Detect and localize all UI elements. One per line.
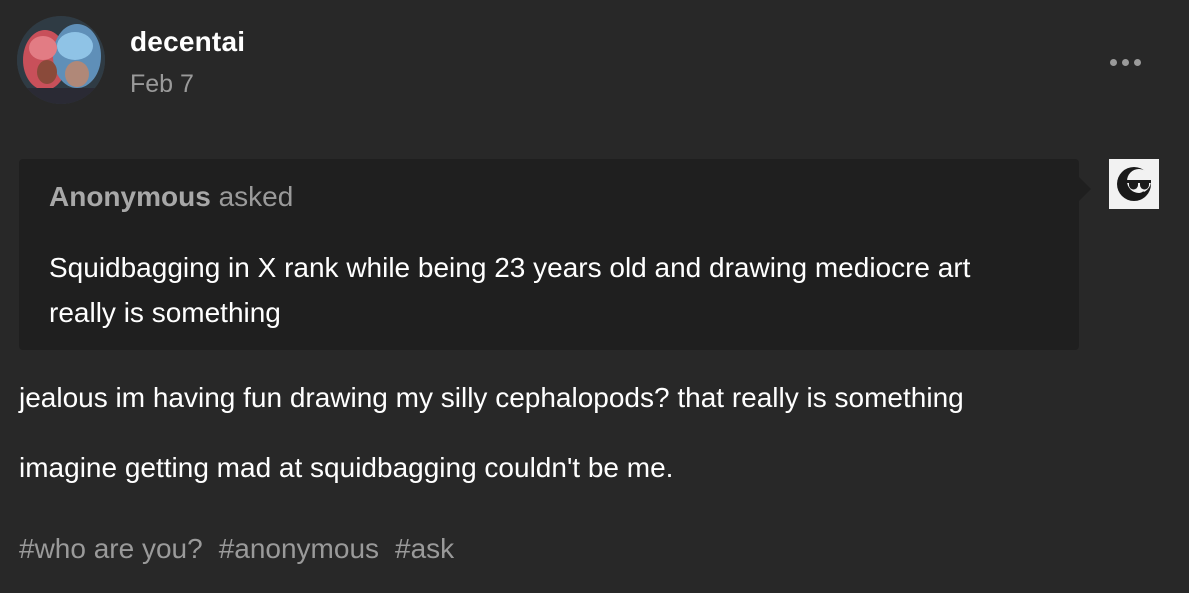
avatar-art-icon	[17, 16, 105, 104]
asker-line: Anonymous asked	[49, 181, 293, 213]
author-username[interactable]: decentai	[130, 26, 245, 58]
sunglasses-avatar-icon	[1117, 167, 1151, 201]
ask-pointer	[1079, 177, 1091, 201]
author-avatar[interactable]	[17, 16, 105, 104]
more-options-button[interactable]	[1100, 48, 1150, 76]
more-horizontal-icon	[1121, 58, 1129, 66]
asker-name: Anonymous	[49, 181, 211, 212]
tag-who-are-you[interactable]: #who are you?	[19, 533, 203, 565]
answer-paragraph: imagine getting mad at squidbagging coul…	[19, 452, 674, 483]
tag-anonymous[interactable]: #anonymous	[219, 533, 379, 565]
question-text: Squidbagging in X rank while being 23 ye…	[49, 252, 971, 328]
more-horizontal-icon	[1109, 58, 1117, 66]
ask-box: Anonymous asked Squidbagging in X rank w…	[19, 159, 1091, 350]
post-date[interactable]: Feb 7	[130, 70, 194, 99]
tag-ask[interactable]: #ask	[395, 533, 454, 565]
more-horizontal-icon	[1133, 58, 1141, 66]
asked-label: asked	[218, 181, 294, 212]
tag-list: #who are you? #anonymous #ask	[19, 533, 454, 565]
answer-paragraph: jealous im having fun drawing my silly c…	[19, 382, 964, 413]
anonymous-avatar	[1109, 159, 1159, 209]
post-card: decentai Feb 7 Anonymous asked Squidbagg…	[0, 0, 1189, 593]
